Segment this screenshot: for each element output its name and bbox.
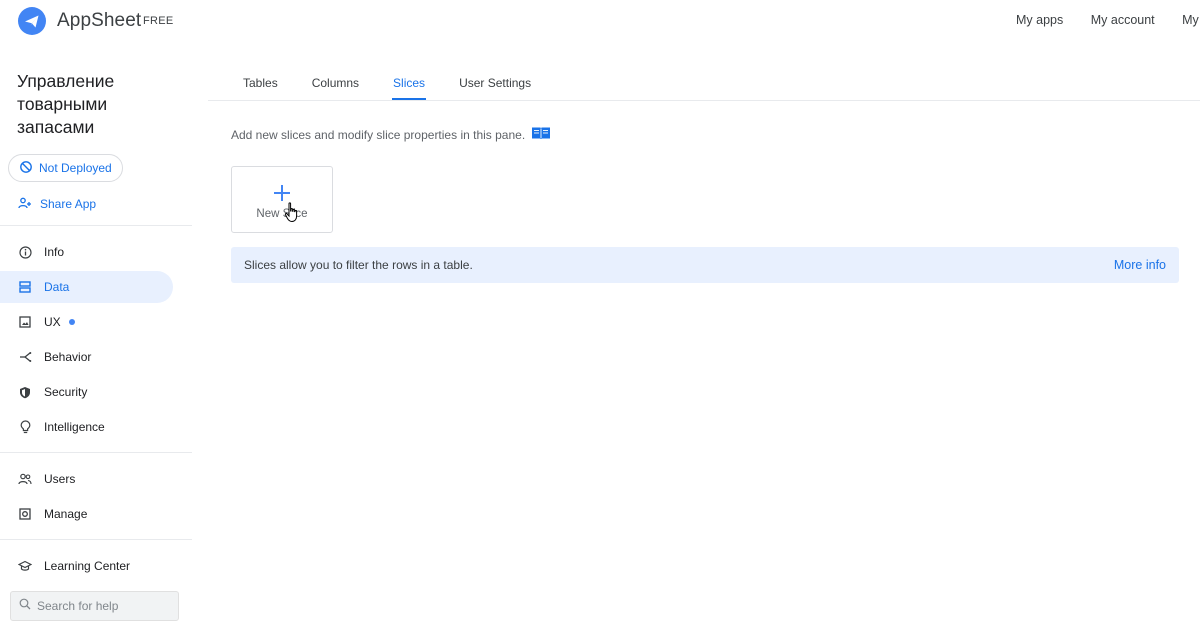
sidebar-item-manage[interactable]: Manage [0,498,173,530]
graduation-cap-icon [18,559,32,573]
top-links: My apps My account My te [1016,13,1200,27]
sidebar-item-label: Behavior [44,350,92,364]
sidebar-item-security[interactable]: Security [0,376,173,408]
sidebar-item-label: Info [44,245,65,259]
app-name: Управление товарными запасами [17,71,115,137]
shield-icon [18,385,32,399]
data-tabs: Tables Columns Slices User Settings [226,64,548,101]
help-search-input[interactable] [37,599,177,613]
share-app-label: Share App [40,197,97,211]
tab-tables[interactable]: Tables [226,64,295,101]
sidebar-item-behavior[interactable]: Behavior [0,341,173,373]
sidebar-item-intelligence[interactable]: Intelligence [0,411,173,443]
brand-name[interactable]: AppSheet [57,10,141,32]
new-slice-label: New Slice [256,208,308,220]
sidebar-item-label: Manage [44,507,88,521]
appsheet-logo-icon[interactable] [18,7,46,35]
slices-intro: Add new slices and modify slice properti… [231,126,551,143]
sidebar-item-data[interactable]: Data [0,271,173,303]
ux-icon [18,315,32,329]
slices-intro-text: Add new slices and modify slice properti… [231,127,526,142]
banner-text: Slices allow you to filter the rows in a… [244,258,473,272]
more-info-link[interactable]: More info [1114,258,1166,272]
manage-icon [18,507,32,521]
sidebar-item-learning-center[interactable]: Learning Center [0,550,173,582]
sidebar-divider [0,539,192,540]
tab-slices[interactable]: Slices [376,64,442,101]
tab-columns[interactable]: Columns [295,64,376,101]
sidebar-item-users[interactable]: Users [0,463,173,495]
not-deployed-icon [19,160,33,177]
sidebar-item-label: Intelligence [44,420,105,434]
search-icon [19,597,31,615]
sidebar-item-label: Data [44,280,70,294]
users-icon [18,472,32,486]
sidebar-item-info[interactable]: Info [0,236,173,268]
share-people-icon [18,197,32,212]
sidebar-divider [0,452,192,453]
lightbulb-icon [18,420,32,434]
sidebar-divider [0,225,192,226]
book-icon[interactable] [531,126,551,143]
deploy-status-chip[interactable]: Not Deployed [8,154,123,182]
share-app-button[interactable]: Share App [18,194,96,214]
sidebar: Управление товарными запасами Not Deploy… [0,42,192,637]
sidebar-item-label: Users [44,472,76,486]
info-icon [18,245,32,259]
tabs-divider [208,100,1200,101]
sidebar-item-label: Learning Center [44,559,131,573]
new-slice-button[interactable]: New Slice [231,166,333,233]
my-apps-link[interactable]: My apps [1016,13,1063,27]
slices-info-banner: Slices allow you to filter the rows in a… [231,247,1179,283]
help-search-box[interactable] [10,591,179,621]
plan-badge: FREE [143,15,174,27]
sidebar-item-ux[interactable]: UX [0,306,173,338]
ux-unsaved-badge [68,319,75,325]
sidebar-item-label: Security [44,385,88,399]
data-icon [18,280,32,294]
behavior-icon [18,350,32,364]
top-bar: AppSheet FREE My apps My account My te [0,0,1200,42]
deploy-status-label: Not Deployed [39,161,112,175]
sidebar-item-label: UX [44,315,61,329]
my-account-link[interactable]: My account [1091,13,1155,27]
hand-cursor-icon [284,202,300,229]
my-team-link[interactable]: My te [1182,13,1200,27]
tab-user-settings[interactable]: User Settings [442,64,548,101]
